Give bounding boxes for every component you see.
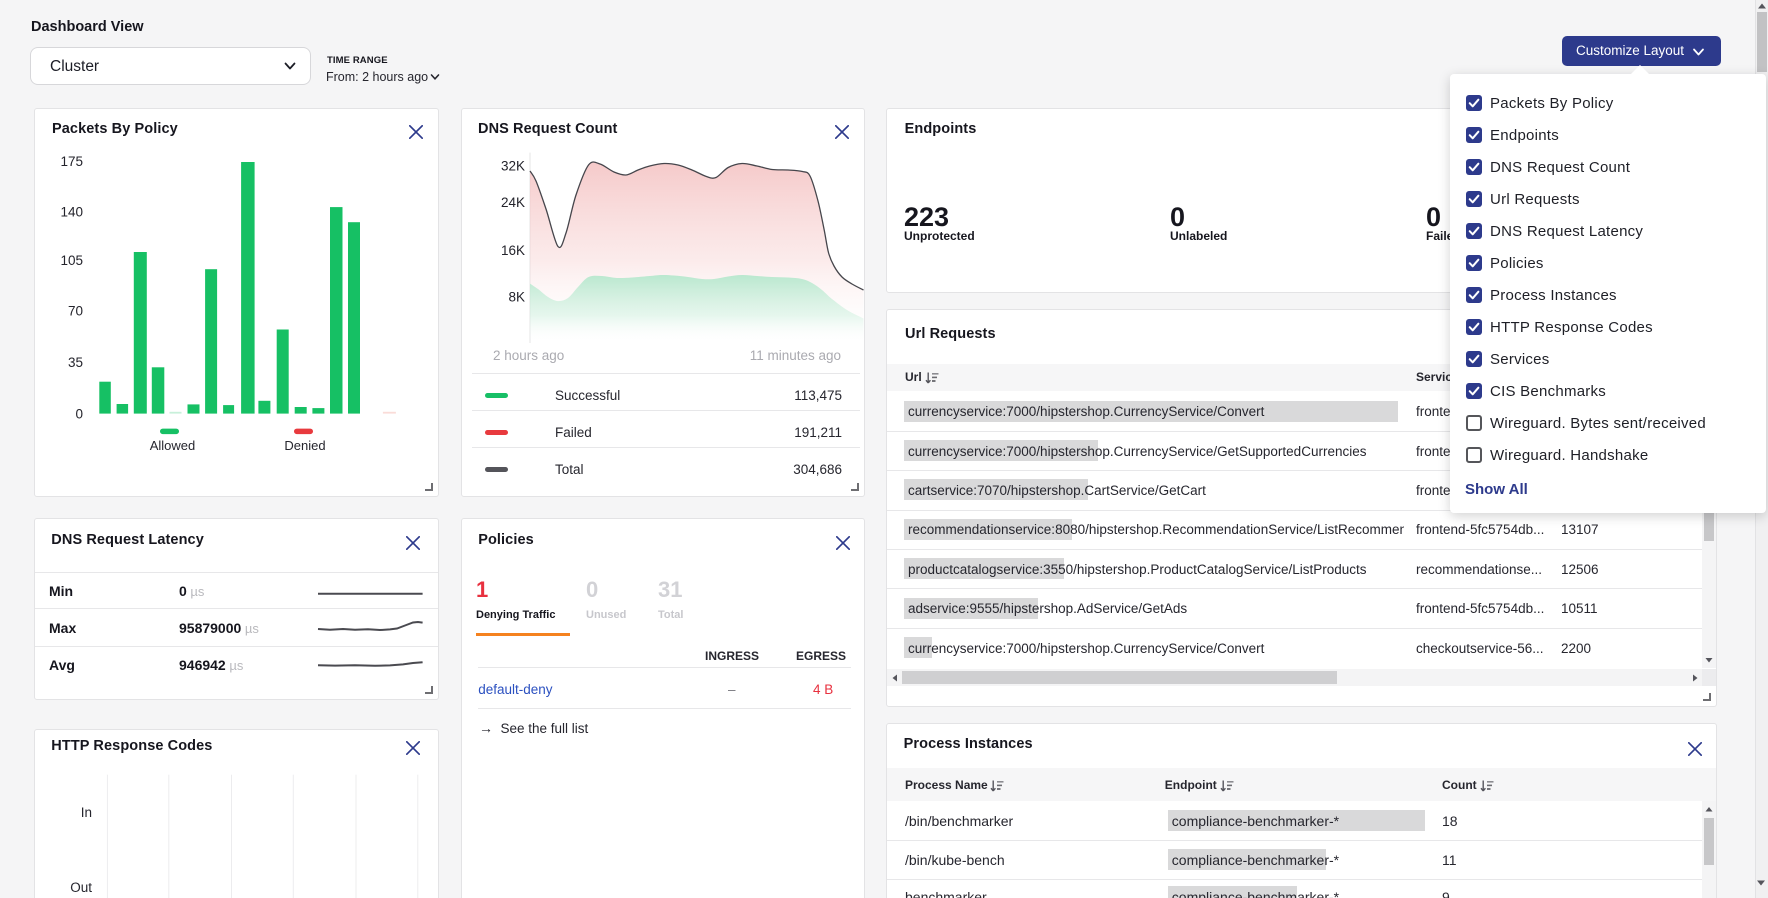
svg-text:24K: 24K xyxy=(501,195,525,210)
svg-text:2 hours ago: 2 hours ago xyxy=(493,348,564,363)
svg-text:Denied: Denied xyxy=(284,438,325,453)
svg-text:16K: 16K xyxy=(501,243,525,258)
svg-text:In: In xyxy=(81,805,92,820)
svg-text:Allowed: Allowed xyxy=(150,438,196,453)
svg-text:105: 105 xyxy=(60,253,83,268)
svg-text:70: 70 xyxy=(68,304,83,319)
svg-text:8K: 8K xyxy=(508,290,525,305)
svg-text:140: 140 xyxy=(60,204,83,219)
svg-text:175: 175 xyxy=(60,154,83,169)
svg-text:35: 35 xyxy=(68,355,83,370)
svg-text:Out: Out xyxy=(70,880,92,895)
svg-text:0: 0 xyxy=(75,406,83,421)
svg-text:32K: 32K xyxy=(501,159,525,174)
svg-text:11 minutes ago: 11 minutes ago xyxy=(750,348,841,363)
